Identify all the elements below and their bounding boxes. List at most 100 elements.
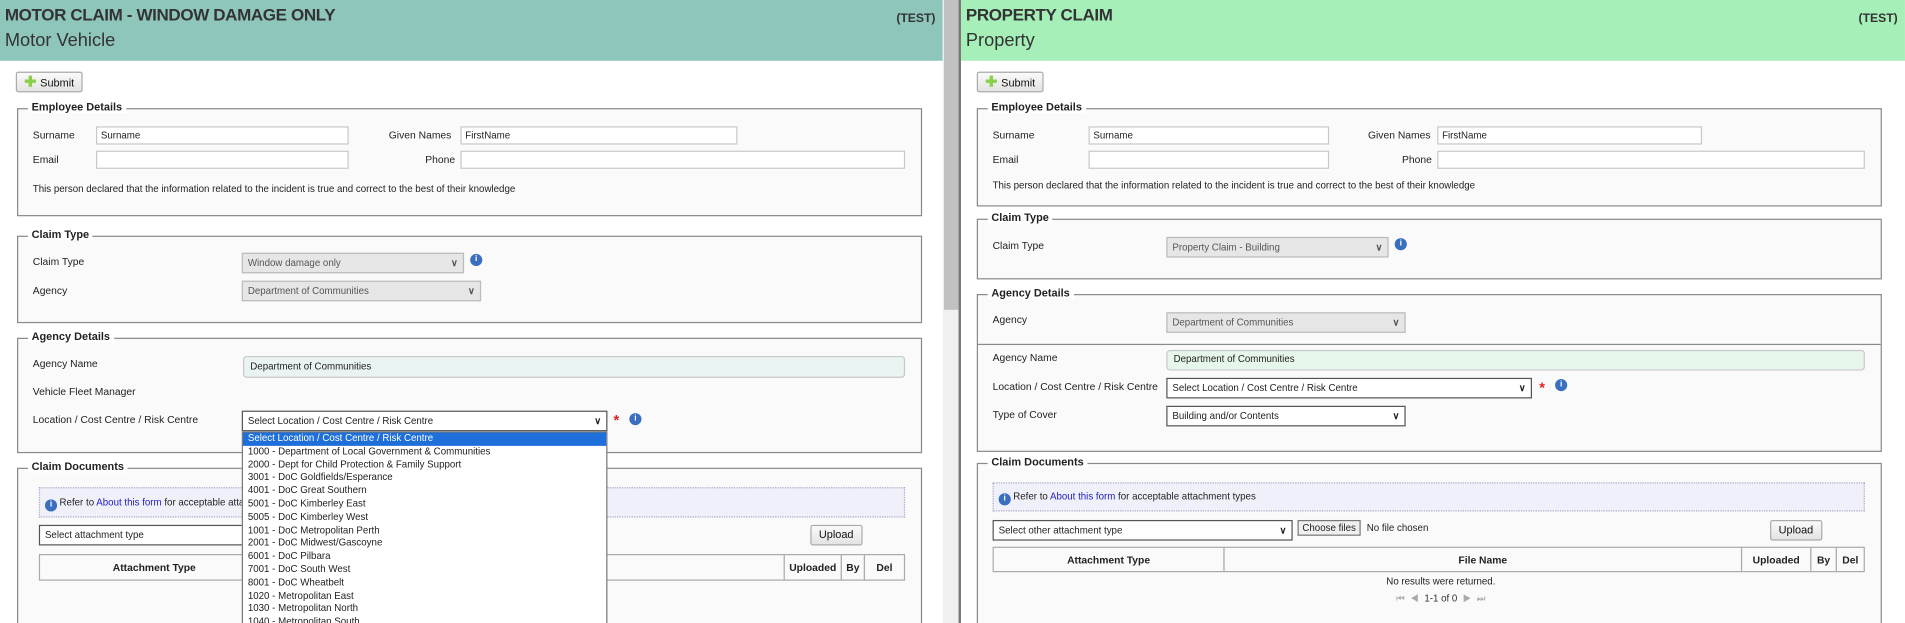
required-asterisk-icon: *	[1539, 379, 1545, 397]
dropdown-option[interactable]: 1040 - Metropolitan South	[243, 616, 606, 623]
agency-select[interactable]: Department of Communities ∨	[241, 280, 482, 302]
page-subtitle: Property	[965, 30, 1035, 52]
column-header-del: Del	[1835, 546, 1865, 573]
phone-input[interactable]	[1437, 150, 1865, 169]
upload-button[interactable]: Upload	[810, 524, 863, 546]
claim-type-fieldset: Claim Type	[976, 211, 1882, 280]
agency-name-input[interactable]: Department of Communities	[242, 355, 906, 378]
legend: Claim Documents	[987, 455, 1088, 468]
type-of-cover-select[interactable]: Building and/or Contents ∨	[1166, 405, 1406, 427]
dropdown-option[interactable]: Select Location / Cost Centre / Risk Cen…	[242, 432, 607, 446]
submit-label: Submit	[40, 76, 75, 89]
pager: ⏮ ◀ 1-1 of 0 ▶ ⏭	[1362, 593, 1520, 605]
dropdown-option[interactable]: 1030 - Metropolitan North	[243, 603, 606, 616]
agency-select[interactable]: Department of Communities ∨	[1166, 312, 1406, 333]
legend: Claim Type	[27, 228, 93, 241]
scrollbar-thumb[interactable]	[943, 0, 959, 310]
email-label: Email	[992, 153, 1019, 166]
info-icon[interactable]: i	[629, 413, 642, 426]
info-text: Refer to	[59, 496, 97, 508]
type-of-cover-value: Building and/or Contents	[1172, 410, 1279, 422]
submit-button[interactable]: ✚ Submit	[15, 71, 83, 93]
surname-input[interactable]: Surname	[95, 126, 349, 145]
email-input[interactable]	[95, 150, 349, 169]
last-page-icon[interactable]: ⏭	[1477, 593, 1486, 604]
info-icon[interactable]: i	[1555, 379, 1568, 392]
phone-input[interactable]	[460, 150, 906, 169]
chevron-down-icon: ∨	[467, 285, 476, 297]
location-dropdown-list[interactable]: Select Location / Cost Centre / Risk Cen…	[241, 431, 608, 623]
submit-button[interactable]: ✚ Submit	[976, 71, 1044, 93]
claim-type-value: Window damage only	[247, 257, 341, 269]
info-icon: i	[998, 493, 1011, 506]
chevron-down-icon: ∨	[1279, 524, 1287, 536]
dropdown-option[interactable]: 1001 - DoC Metropolitan Perth	[243, 524, 606, 537]
dropdown-option[interactable]: 7001 - DoC South West	[243, 564, 606, 577]
phone-label: Phone	[1401, 153, 1432, 166]
claim-type-select[interactable]: Window damage only ∨	[241, 252, 465, 274]
agency-name-input[interactable]: Department of Communities	[1166, 349, 1865, 371]
claim-type-label: Claim Type	[992, 239, 1045, 252]
info-icon[interactable]: i	[470, 253, 483, 267]
next-page-icon[interactable]: ▶	[1463, 593, 1472, 604]
legend: Agency Details	[987, 286, 1074, 299]
type-of-cover-label: Type of Cover	[992, 408, 1057, 421]
given-names-label: Given Names	[1367, 128, 1431, 141]
column-header-by: By	[840, 553, 866, 581]
first-page-icon[interactable]: ⏮	[1396, 593, 1405, 604]
chevron-down-icon: ∨	[1392, 317, 1400, 329]
dropdown-option[interactable]: 8001 - DoC Wheatbelt	[243, 577, 606, 590]
given-names-input[interactable]: FirstName	[460, 126, 738, 145]
dropdown-option[interactable]: 1000 - Department of Local Government & …	[243, 446, 606, 459]
plus-icon: ✚	[24, 72, 37, 90]
surname-input[interactable]: Surname	[1088, 126, 1330, 145]
pager-text: 1-1 of 0	[1424, 592, 1458, 604]
location-value: Select Location / Cost Centre / Risk Cen…	[247, 415, 434, 427]
given-names-input[interactable]: FirstName	[1437, 126, 1703, 145]
dropdown-option[interactable]: 2001 - DoC Midwest/Gascoyne	[243, 537, 606, 550]
dropdown-option[interactable]: 2000 - Dept for Child Protection & Famil…	[243, 459, 606, 472]
email-input[interactable]	[1088, 150, 1330, 169]
submit-label: Submit	[1001, 76, 1036, 89]
declaration-text: This person declared that the informatio…	[32, 183, 516, 195]
dropdown-option[interactable]: 6001 - DoC Pilbara	[243, 551, 606, 564]
agency-value: Department of Communities	[247, 285, 369, 297]
location-select[interactable]: Select Location / Cost Centre / Risk Cen…	[1166, 377, 1532, 399]
scrollbar[interactable]	[942, 0, 960, 623]
declaration-text: This person declared that the informatio…	[992, 179, 1476, 191]
prev-page-icon[interactable]: ◀	[1410, 593, 1419, 604]
column-header-attachment-type: Attachment Type	[38, 553, 270, 581]
choose-files-button[interactable]: Choose files	[1297, 519, 1361, 536]
dropdown-option[interactable]: 4001 - DoC Great Southern	[243, 485, 606, 498]
info-icon: i	[44, 499, 58, 512]
legend: Claim Type	[987, 211, 1053, 224]
about-this-form-link[interactable]: About this form	[1050, 491, 1115, 502]
dropdown-option[interactable]: 5001 - DoC Kimberley East	[243, 498, 606, 511]
legend: Agency Details	[27, 330, 114, 343]
attachment-type-select[interactable]: Select attachment type	[38, 524, 270, 546]
info-text: Refer to	[1013, 490, 1050, 502]
claim-type-value: Property Claim - Building	[1172, 241, 1280, 253]
dropdown-option[interactable]: 3001 - DoC Goldfields/Esperance	[243, 472, 606, 485]
property-claim-panel: PROPERTY CLAIM Property (TEST) ✚ Submit E…	[960, 0, 1905, 623]
chevron-down-icon: ∨	[1392, 410, 1400, 422]
required-asterisk-icon: *	[613, 411, 620, 429]
motor-claim-panel: MOTOR CLAIM - WINDOW DAMAGE ONLY Motor V…	[0, 0, 943, 623]
no-file-chosen-text: No file chosen	[1366, 522, 1429, 534]
location-select[interactable]: Select Location / Cost Centre / Risk Cen…	[241, 410, 608, 432]
info-icon[interactable]: i	[1394, 238, 1407, 251]
attachment-type-value: Select other attachment type	[998, 524, 1123, 536]
about-this-form-link[interactable]: About this form	[96, 497, 161, 508]
agency-label: Agency	[992, 313, 1028, 326]
dropdown-option[interactable]: 5005 - DoC Kimberley West	[243, 511, 606, 524]
vehicle-fleet-manager-label: Vehicle Fleet Manager	[32, 385, 136, 398]
legend: Employee Details	[987, 100, 1086, 113]
claim-type-select[interactable]: Property Claim - Building ∨	[1166, 236, 1389, 258]
dropdown-option[interactable]: 1020 - Metropolitan East	[243, 590, 606, 603]
upload-button[interactable]: Upload	[1770, 519, 1822, 541]
attachment-info-box: i Refer to About this form for acceptable…	[992, 482, 1865, 512]
chevron-down-icon: ∨	[1518, 382, 1526, 394]
chevron-down-icon: ∨	[594, 415, 602, 427]
attachment-type-select[interactable]: Select other attachment type ∨	[992, 519, 1293, 541]
column-header-attachment-type: Attachment Type	[992, 546, 1225, 573]
